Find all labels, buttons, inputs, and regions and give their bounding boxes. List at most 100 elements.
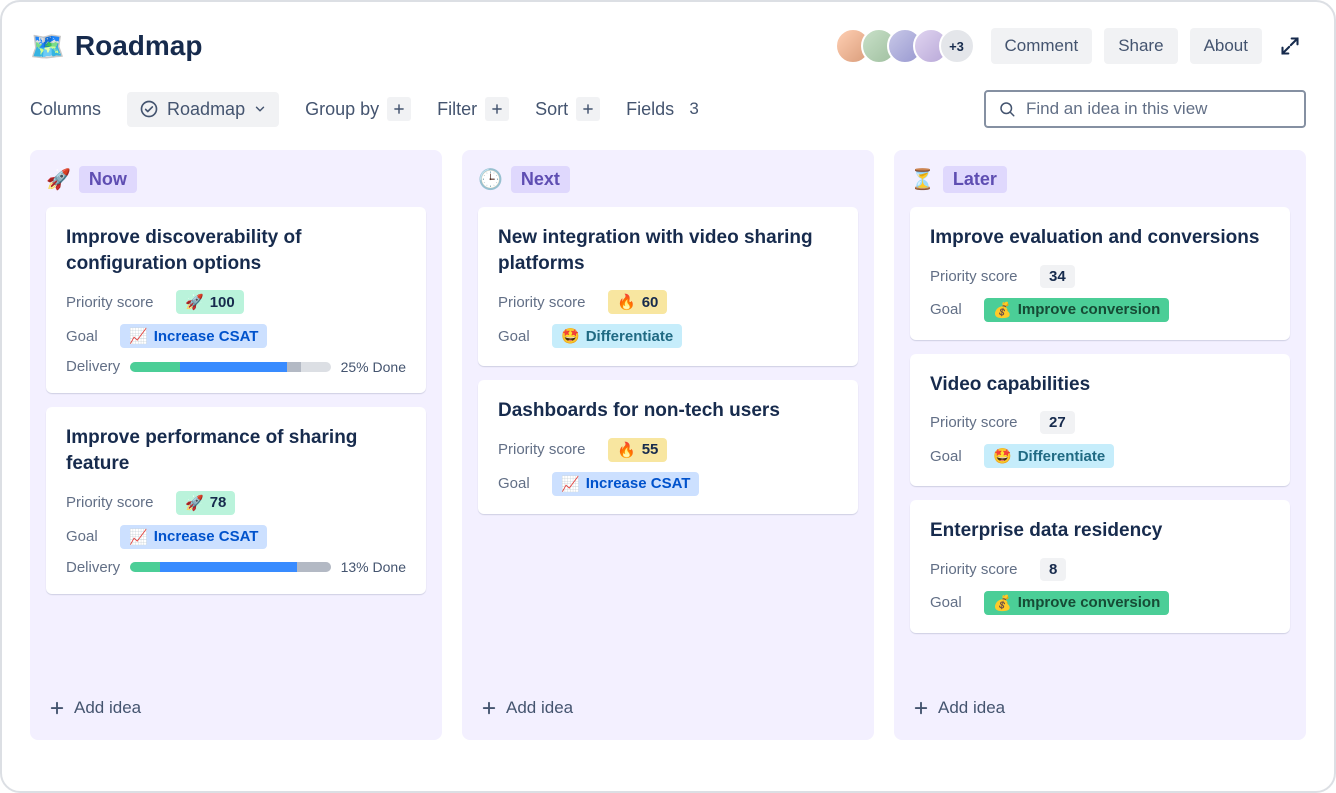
priority-pill: 🚀 100	[176, 290, 244, 314]
delivery-label: Delivery	[66, 559, 120, 576]
goal-label: Goal	[930, 594, 974, 611]
search-input[interactable]	[1026, 99, 1292, 119]
priority-value: 27	[1049, 414, 1066, 431]
idea-card[interactable]: Video capabilities Priority score 27 Goa…	[910, 354, 1290, 487]
goal-label: Goal	[66, 528, 110, 545]
filter-button[interactable]: Filter	[437, 97, 509, 121]
goal-label: Goal	[498, 328, 542, 345]
priority-pill: 🚀 78	[176, 491, 235, 515]
card-title: Enterprise data residency	[930, 518, 1270, 544]
group-by-button[interactable]: Group by	[305, 97, 411, 121]
fields-button[interactable]: Fields 3	[626, 97, 706, 121]
board-column: ⏳ LaterImprove evaluation and conversion…	[894, 150, 1306, 740]
about-button[interactable]: About	[1190, 28, 1262, 64]
idea-card[interactable]: Dashboards for non-tech users Priority s…	[478, 380, 858, 514]
add-idea-button[interactable]: Add idea	[46, 692, 426, 724]
add-idea-button[interactable]: Add idea	[910, 692, 1290, 724]
goal-emoji-icon: 💰	[993, 301, 1012, 319]
add-idea-label: Add idea	[506, 698, 573, 718]
goal-label: Goal	[930, 448, 974, 465]
progress-bar	[130, 562, 330, 572]
search-input-wrap[interactable]	[984, 90, 1306, 128]
board-column: 🕒 NextNew integration with video sharing…	[462, 150, 874, 740]
group-by-label: Group by	[305, 99, 379, 120]
filter-label: Filter	[437, 99, 477, 120]
columns-label: Columns	[30, 99, 101, 120]
fields-count: 3	[682, 97, 706, 121]
priority-value: 60	[642, 294, 659, 311]
priority-pill: 🔥 60	[608, 290, 667, 314]
add-idea-button[interactable]: Add idea	[478, 692, 858, 724]
goal-pill: 🤩 Differentiate	[984, 444, 1114, 468]
idea-card[interactable]: Enterprise data residency Priority score…	[910, 500, 1290, 633]
goal-emoji-icon: 🤩	[561, 327, 580, 345]
goal-pill: 📈 Increase CSAT	[120, 324, 267, 348]
card-title: Dashboards for non-tech users	[498, 398, 838, 424]
add-idea-label: Add idea	[74, 698, 141, 718]
priority-score-label: Priority score	[930, 561, 1030, 578]
card-title: Improve evaluation and conversions	[930, 225, 1270, 251]
priority-pill: 8	[1040, 558, 1066, 581]
idea-card[interactable]: Improve performance of sharing feature P…	[46, 407, 426, 593]
columns-chip-label: Roadmap	[167, 99, 245, 120]
delivery-progress: 13% Done	[130, 559, 406, 575]
comment-button[interactable]: Comment	[991, 28, 1093, 64]
column-emoji-icon: 🚀	[46, 167, 71, 192]
idea-card[interactable]: Improve discoverability of configuration…	[46, 207, 426, 393]
map-icon: 🗺️	[30, 30, 65, 63]
priority-score-label: Priority score	[498, 294, 598, 311]
expand-icon[interactable]	[1274, 36, 1306, 56]
priority-emoji-icon: 🔥	[617, 441, 636, 459]
plus-icon	[387, 97, 411, 121]
collaborator-avatars[interactable]: +3	[835, 28, 975, 64]
priority-value: 78	[210, 494, 227, 511]
page-title-text: Roadmap	[75, 30, 203, 62]
column-title: Now	[79, 166, 137, 193]
fields-label: Fields	[626, 99, 674, 120]
card-title: Video capabilities	[930, 372, 1270, 398]
sort-button[interactable]: Sort	[535, 97, 600, 121]
priority-pill: 🔥 55	[608, 438, 667, 462]
chevron-down-icon	[253, 102, 267, 116]
priority-score-label: Priority score	[930, 268, 1030, 285]
card-title: Improve performance of sharing feature	[66, 425, 406, 476]
avatar-overflow[interactable]: +3	[939, 28, 975, 64]
goal-label: Goal	[930, 301, 974, 318]
priority-value: 34	[1049, 268, 1066, 285]
priority-value: 8	[1049, 561, 1057, 578]
idea-card[interactable]: Improve evaluation and conversions Prior…	[910, 207, 1290, 340]
goal-text: Increase CSAT	[586, 475, 691, 492]
goal-text: Increase CSAT	[154, 528, 259, 545]
card-title: Improve discoverability of configuration…	[66, 225, 406, 276]
plus-icon	[480, 699, 498, 717]
goal-emoji-icon: 📈	[129, 528, 148, 546]
priority-pill: 34	[1040, 265, 1075, 288]
delivery-label: Delivery	[66, 358, 120, 375]
priority-score-label: Priority score	[66, 494, 166, 511]
check-circle-icon	[139, 99, 159, 119]
goal-pill: 💰 Improve conversion	[984, 591, 1169, 615]
priority-emoji-icon: 🚀	[185, 494, 204, 512]
priority-emoji-icon: 🔥	[617, 293, 636, 311]
goal-pill: 📈 Increase CSAT	[120, 525, 267, 549]
column-title: Later	[943, 166, 1007, 193]
goal-text: Differentiate	[586, 328, 674, 345]
search-icon	[998, 100, 1016, 118]
goal-emoji-icon: 📈	[129, 327, 148, 345]
progress-text: 25% Done	[341, 359, 406, 375]
share-button[interactable]: Share	[1104, 28, 1177, 64]
card-title: New integration with video sharing platf…	[498, 225, 838, 276]
idea-card[interactable]: New integration with video sharing platf…	[478, 207, 858, 366]
columns-chip[interactable]: Roadmap	[127, 92, 279, 127]
plus-icon	[576, 97, 600, 121]
progress-bar	[130, 362, 330, 372]
priority-emoji-icon: 🚀	[185, 293, 204, 311]
add-idea-label: Add idea	[938, 698, 1005, 718]
priority-score-label: Priority score	[498, 441, 598, 458]
delivery-progress: 25% Done	[130, 359, 406, 375]
board-column: 🚀 Now Improve discoverability of configur…	[30, 150, 442, 740]
goal-text: Improve conversion	[1018, 594, 1161, 611]
plus-icon	[912, 699, 930, 717]
goal-text: Improve conversion	[1018, 301, 1161, 318]
goal-pill: 🤩 Differentiate	[552, 324, 682, 348]
